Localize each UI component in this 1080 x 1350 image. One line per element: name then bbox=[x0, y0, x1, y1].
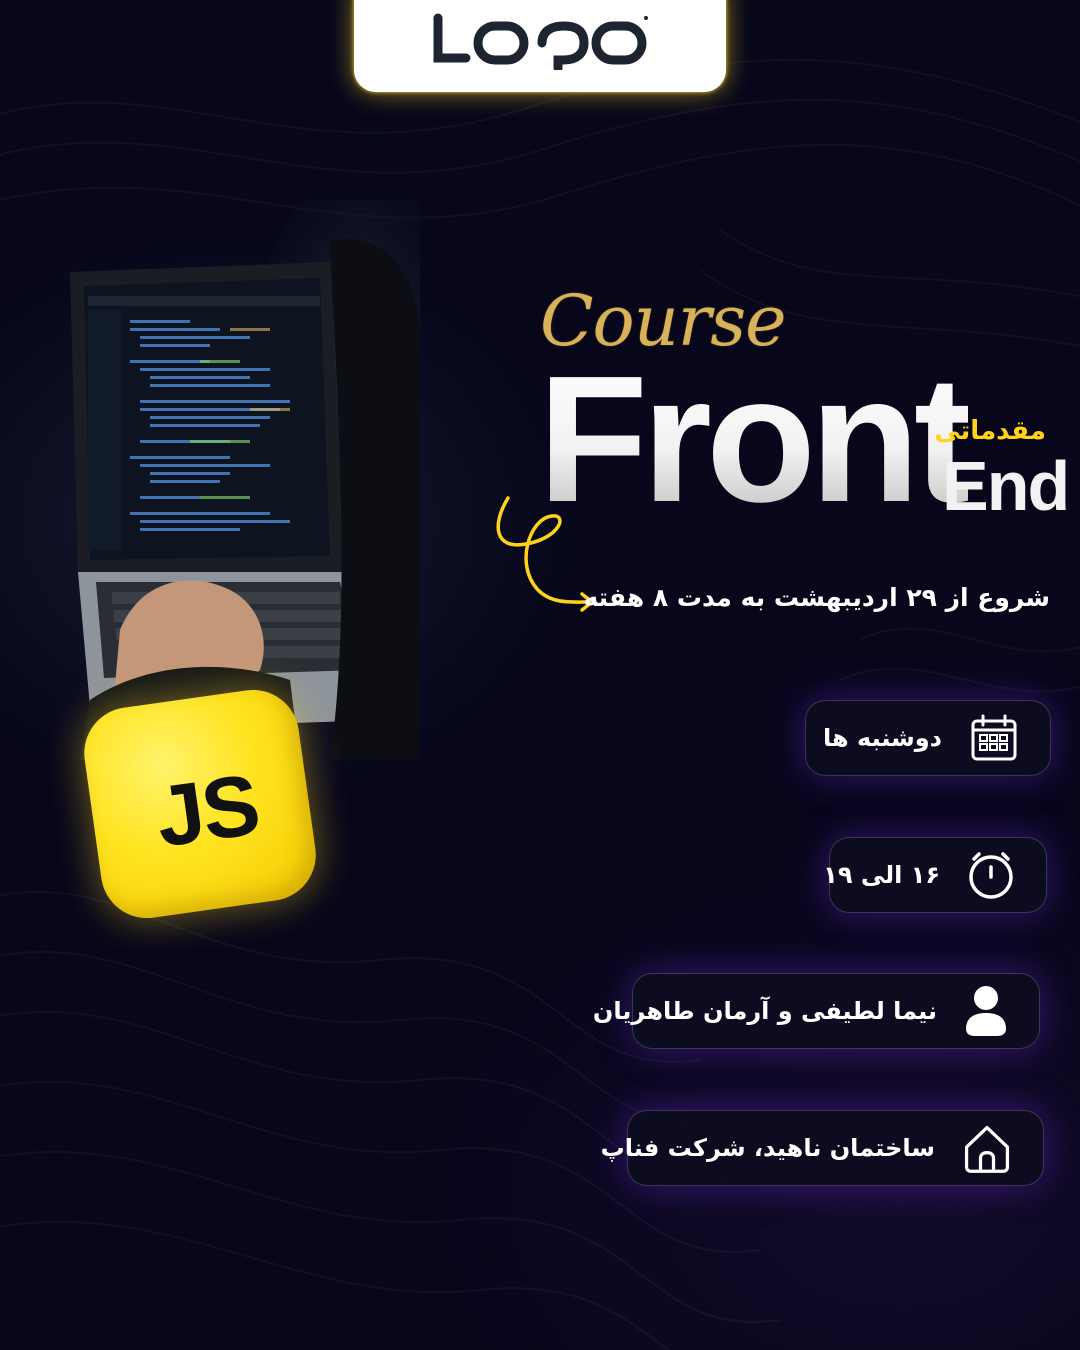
headline-front: Front bbox=[538, 339, 974, 540]
js-badge-text: JS bbox=[150, 756, 264, 866]
logo-card bbox=[354, 0, 726, 92]
user-icon bbox=[963, 985, 1009, 1037]
calendar-icon bbox=[968, 712, 1020, 764]
info-day: دوشنبه ها bbox=[805, 700, 1051, 776]
logo-mark bbox=[433, 13, 648, 70]
info-instructors: نیما لطیفی و آرمان طاهریان bbox=[593, 973, 1040, 1049]
level-tag: مقدماتی bbox=[934, 416, 1046, 446]
laptop-illustration bbox=[70, 200, 420, 760]
headline-end: End bbox=[942, 447, 1070, 525]
js-badge: JS bbox=[78, 684, 322, 924]
info-time: ۱۶ الی ۱۹ bbox=[823, 837, 1047, 913]
home-icon bbox=[961, 1122, 1013, 1174]
clock-icon bbox=[966, 849, 1016, 901]
schedule-line: شروع از ۲۹ اردیبهشت به مدت ۸ هفته bbox=[583, 583, 1050, 612]
info-day-label: دوشنبه ها bbox=[823, 724, 942, 752]
info-location: ساختمان ناهید، شرکت فناپ bbox=[601, 1110, 1044, 1186]
info-location-label: ساختمان ناهید، شرکت فناپ bbox=[600, 1134, 935, 1162]
info-time-label: ۱۶ الی ۱۹ bbox=[823, 861, 940, 889]
info-instructors-label: نیما لطیفی و آرمان طاهریان bbox=[592, 997, 937, 1025]
